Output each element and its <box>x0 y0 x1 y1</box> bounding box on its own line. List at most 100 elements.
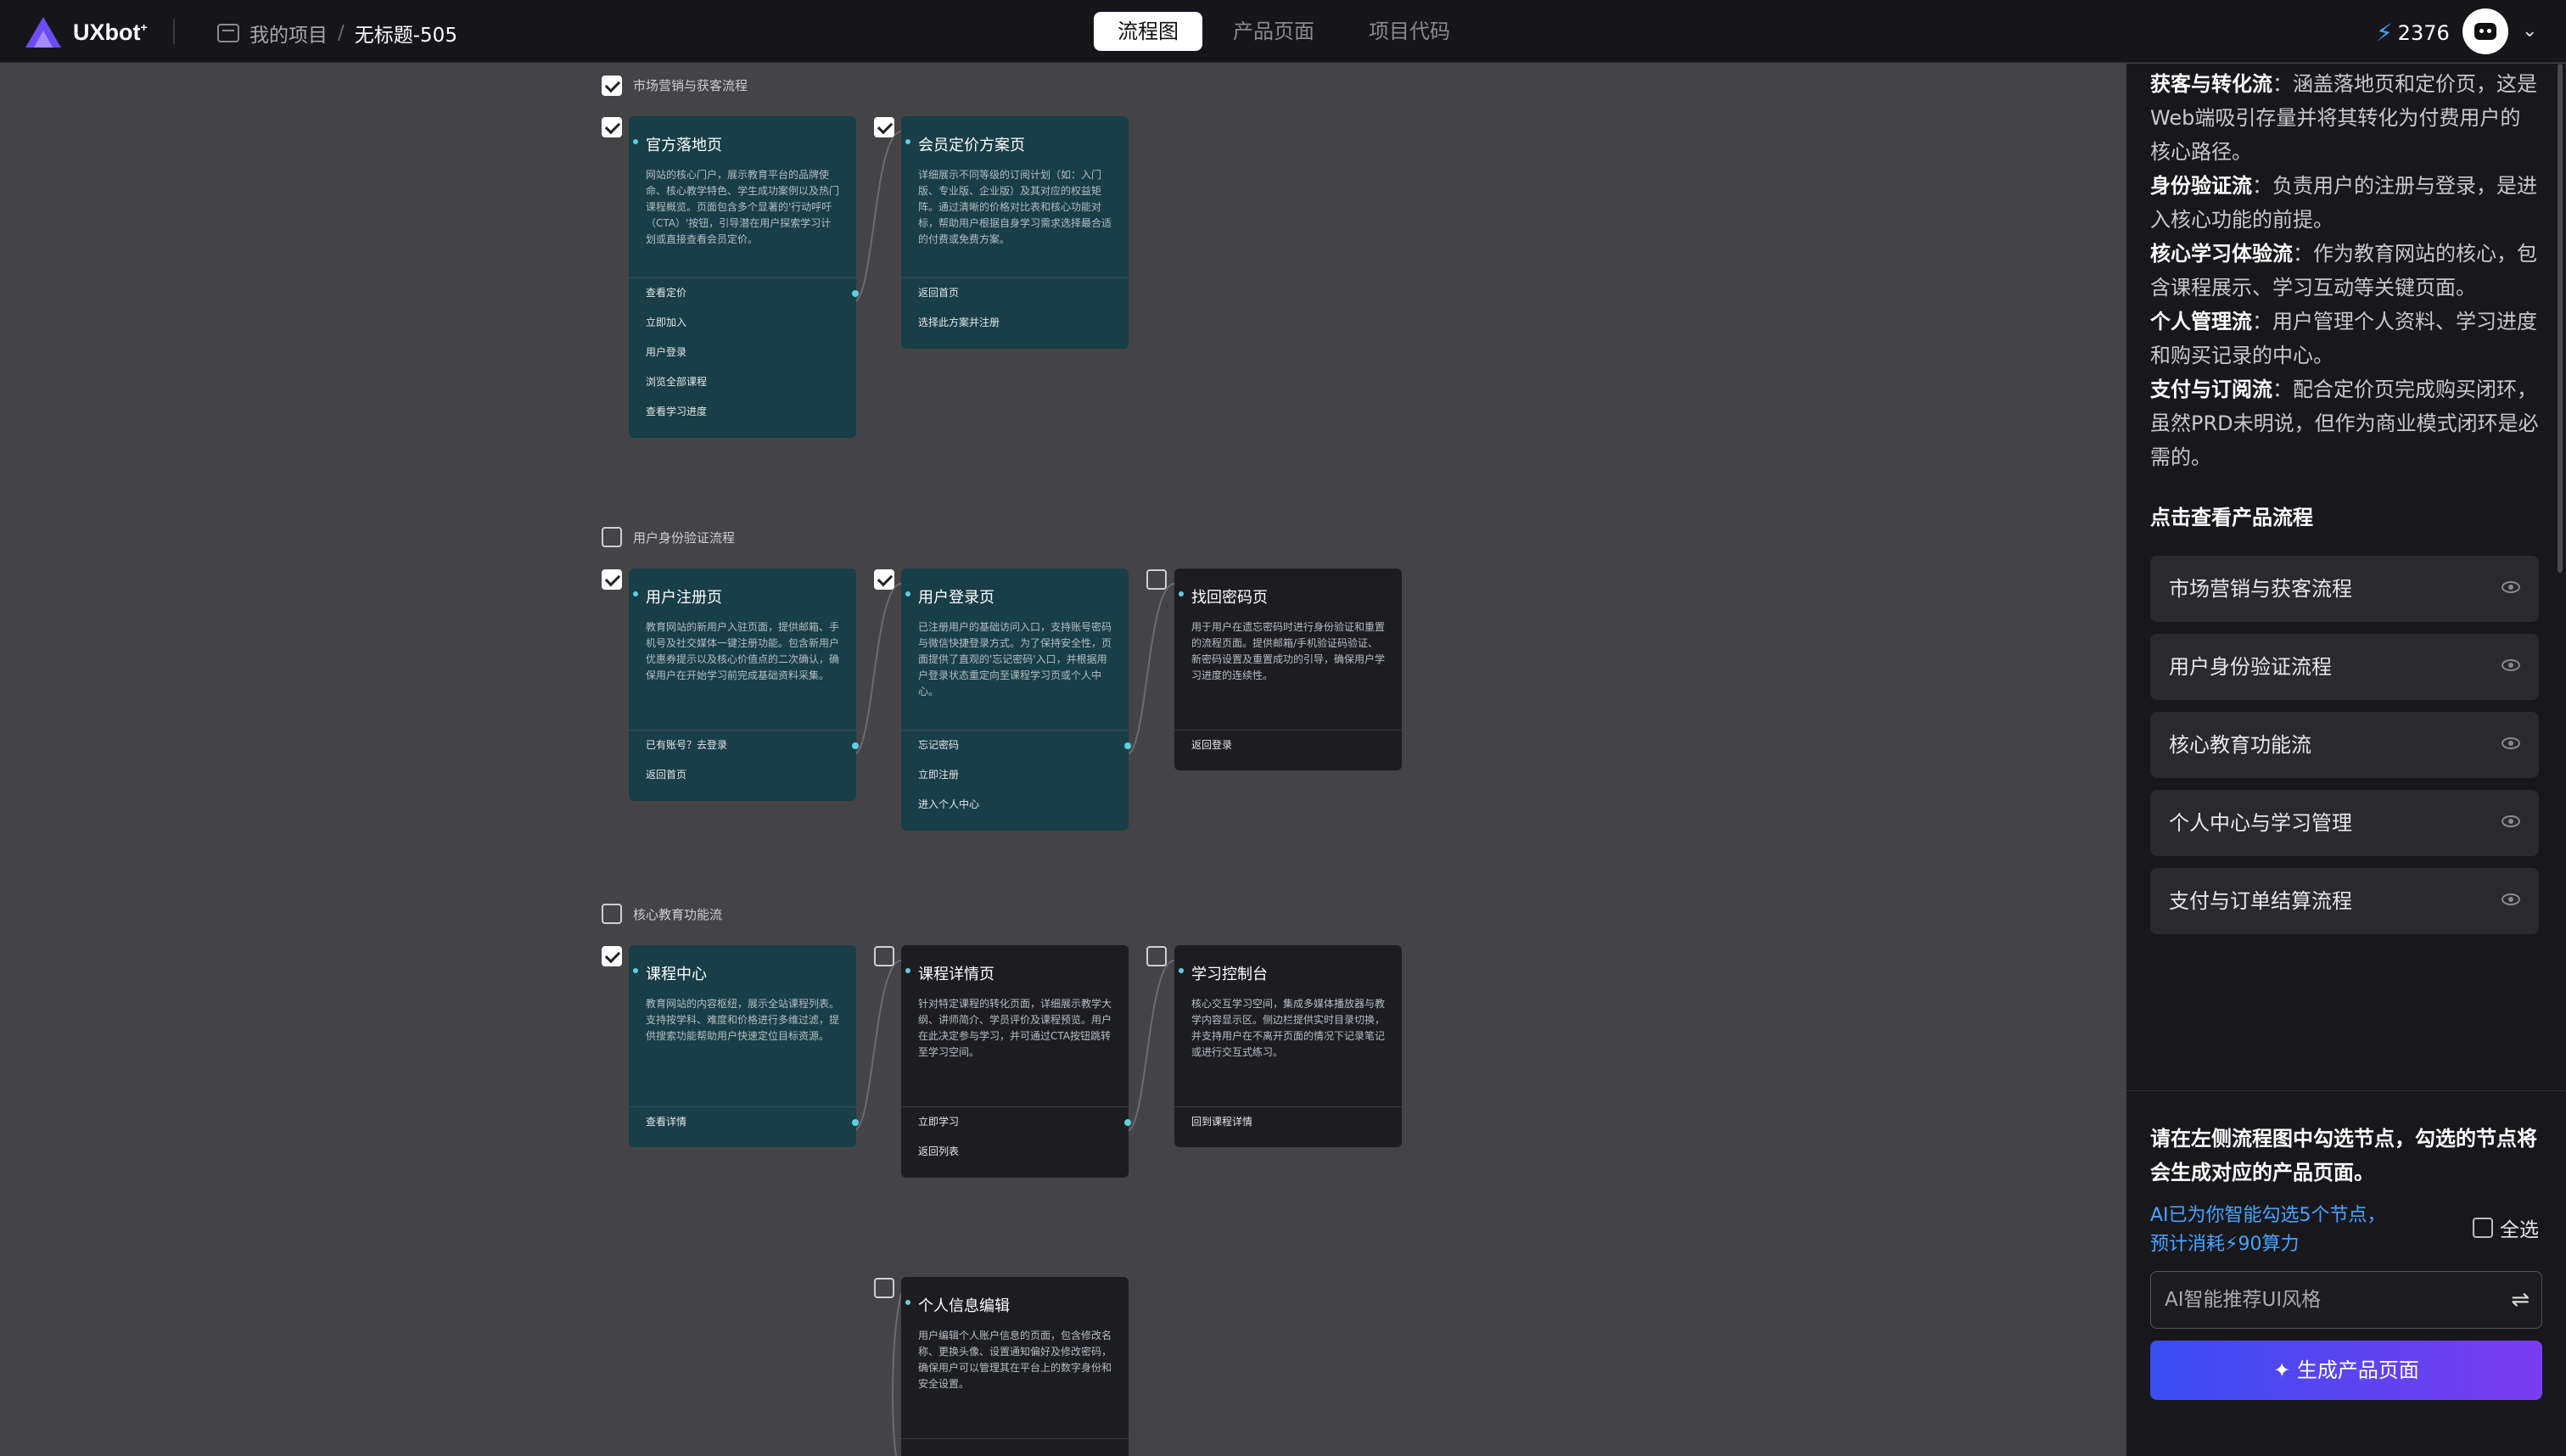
node-action[interactable]: 返回列表 <box>901 1137 1129 1167</box>
node-action[interactable]: 回到课程详情 <box>1174 1107 1402 1137</box>
flow-checkbox-marketing[interactable] <box>602 76 622 96</box>
select-all-checkbox[interactable] <box>2473 1218 2493 1238</box>
node-action[interactable]: 返回登录 <box>1174 731 1402 760</box>
tab-project-code[interactable]: 项目代码 <box>1345 12 1474 51</box>
connector-dot[interactable] <box>852 290 859 297</box>
logo[interactable]: UXbot+ <box>22 15 148 49</box>
flow-checkbox-core[interactable] <box>602 904 622 924</box>
flow-node-card[interactable]: 课程详情页 针对特定课程的转化页面，详细展示教学大纲、讲师简介、学员评价及课程预… <box>901 945 1131 1178</box>
flow-node-card[interactable]: 个人信息编辑 用户编辑个人账户信息的页面，包含修改名称、更换头像、设置通知偏好及… <box>901 1277 1129 1456</box>
product-flow-item[interactable]: 市场营销与获客流程 <box>2150 556 2539 622</box>
node-description: 网站的核心门户，展示教育平台的品牌使命、核心教学特色、学生成功案例以及热门课程概… <box>646 169 840 245</box>
eye-icon[interactable] <box>2502 659 2520 671</box>
node-description: 用户编辑个人账户信息的页面，包含修改名称、更换头像、设置通知偏好及修改密码，确保… <box>918 1330 1112 1390</box>
node-action[interactable]: 查看详情 <box>629 1107 859 1137</box>
node-action[interactable]: 浏览全部课程 <box>629 367 856 397</box>
select-all[interactable]: 全选 <box>2473 1213 2539 1242</box>
connector-dot[interactable] <box>1124 742 1131 749</box>
product-flows-title: 点击查看产品流程 <box>2150 506 2313 529</box>
node-description: 针对特定课程的转化页面，详细展示教学大纲、讲师简介、学员评价及课程预览。用户在此… <box>918 998 1112 1058</box>
project-title[interactable]: 无标题-505 <box>355 19 457 48</box>
flow-node-card[interactable]: 用户登录页 已注册用户的基础访问入口，支持账号密码与微信快捷登录方式。为了保持安… <box>901 568 1131 831</box>
product-flow-item[interactable]: 用户身份验证流程 <box>2150 634 2539 700</box>
node-action[interactable]: 忘记密码 <box>901 731 1131 760</box>
node-title: 学习控制台 <box>1174 945 1402 984</box>
breadcrumb-separator: / <box>338 22 345 44</box>
node-action[interactable]: 立即加入 <box>629 308 856 338</box>
generate-panel: 请在左侧流程图中勾选节点，勾选的节点将会生成对应的产品页面。 AI已为你智能勾选… <box>2126 1090 2566 1456</box>
node-title: 官方落地页 <box>629 116 856 155</box>
avatar[interactable] <box>2462 8 2508 54</box>
node-description: 教育网站的新用户入驻页面，提供邮箱、手机号及社交媒体一键注册功能。包含新用户优惠… <box>646 621 840 681</box>
credits-display[interactable]: ⚡ 2376 <box>2376 19 2450 47</box>
node-action[interactable]: 返回首页 <box>629 760 856 790</box>
node-actions: 返回登录 <box>1174 730 1402 760</box>
product-flow-item[interactable]: 支付与订单结算流程 <box>2150 868 2539 934</box>
node-action[interactable]: 选择此方案并注册 <box>901 308 1129 338</box>
tab-product-pages[interactable]: 产品页面 <box>1209 12 1338 51</box>
product-flow-item[interactable]: 核心教育功能流 <box>2150 712 2539 778</box>
summary-item: 支付与订阅流：配合定价页完成购买闭环，虽然PRD未明说，但作为商业模式闭环是必需… <box>2150 378 2539 469</box>
node-actions: 回到课程详情 <box>1174 1106 1402 1137</box>
node-actions: 立即学习 返回列表 <box>901 1106 1131 1167</box>
flow-node-card[interactable]: 用户注册页 教育网站的新用户入驻页面，提供邮箱、手机号及社交媒体一键注册功能。包… <box>629 568 859 801</box>
top-bar: UXbot+ 我的项目 / 无标题-505 流程图 产品页面 项目代码 ⚡ 23… <box>0 0 2566 63</box>
connector-dot[interactable] <box>1124 1119 1131 1126</box>
node-checkbox[interactable] <box>874 569 894 590</box>
eye-icon[interactable] <box>2502 737 2520 749</box>
node-checkbox[interactable] <box>874 117 894 137</box>
folder-icon <box>217 24 239 42</box>
node-action[interactable]: 返回首页 <box>901 278 1129 308</box>
flow-node-card[interactable]: 学习控制台 核心交互学习空间，集成多媒体播放器与教学内容显示区。侧边栏提供实时目… <box>1174 945 1402 1147</box>
flow-checkbox-auth[interactable] <box>602 527 622 547</box>
flow-node-card[interactable]: 会员定价方案页 详细展示不同等级的订阅计划（如：入门版、专业版、企业版）及其对应… <box>901 116 1129 349</box>
node-action[interactable]: 已有账号？去登录 <box>629 731 859 760</box>
node-action[interactable]: 进入个人中心 <box>901 790 1129 820</box>
generate-pages-button[interactable]: ✦ 生成产品页面 <box>2150 1341 2542 1400</box>
flow-node-card[interactable]: 课程中心 教育网站的内容枢纽，展示全站课程列表。支持按学科、难度和价格进行多维过… <box>629 945 859 1147</box>
node-checkbox[interactable] <box>602 569 622 590</box>
bolt-icon: ⚡ <box>2376 19 2393 47</box>
swap-icon[interactable]: ⇌ <box>2511 1272 2530 1328</box>
node-actions: 查看详情 <box>629 1106 859 1137</box>
tab-flowchart[interactable]: 流程图 <box>1094 12 1202 51</box>
node-checkbox[interactable] <box>602 946 622 966</box>
node-action[interactable]: 立即注册 <box>901 760 1129 790</box>
node-action[interactable]: 查看学习进度 <box>629 397 856 427</box>
product-flow-item[interactable]: 个人中心与学习管理 <box>2150 790 2539 856</box>
node-actions: 返回首页 选择此方案并注册 <box>901 277 1129 338</box>
node-actions <box>901 1438 1129 1439</box>
ui-style-input[interactable]: AI智能推荐UI风格 ⇌ <box>2150 1271 2542 1329</box>
node-action[interactable]: 立即学习 <box>901 1107 1131 1137</box>
chevron-down-icon[interactable]: ⌄ <box>2522 20 2537 42</box>
node-action[interactable]: 查看定价 <box>629 278 859 308</box>
node-title: 用户登录页 <box>901 568 1129 608</box>
eye-icon[interactable] <box>2502 893 2520 905</box>
node-title: 会员定价方案页 <box>901 116 1129 155</box>
node-action[interactable]: 用户登录 <box>629 338 856 367</box>
node-checkbox[interactable] <box>1146 569 1167 590</box>
breadcrumb-project[interactable]: 我的项目 <box>249 19 328 48</box>
sparkle-icon: ✦ <box>2273 1358 2297 1382</box>
connector-dot[interactable] <box>852 742 859 749</box>
eye-icon[interactable] <box>2502 581 2520 593</box>
eye-icon[interactable] <box>2502 815 2520 827</box>
node-title: 课程中心 <box>629 945 856 984</box>
node-description: 详细展示不同等级的订阅计划（如：入门版、专业版、企业版）及其对应的权益矩阵。通过… <box>918 169 1112 245</box>
flow-canvas[interactable]: 市场营销与获客流程 官方落地页 网站的核心门户，展示教育平台的品牌使命、核心教学… <box>0 64 2126 1456</box>
connector-dot[interactable] <box>852 1119 859 1126</box>
node-description: 核心交互学习空间，集成多媒体播放器与教学内容显示区。侧边栏提供实时目录切换，并支… <box>1191 998 1386 1058</box>
node-checkbox[interactable] <box>874 1278 894 1298</box>
node-checkbox[interactable] <box>1146 946 1167 966</box>
summary-item: 获客与转化流：涵盖落地页和定价页，这是Web端吸引存量并将其转化为付费用户的核心… <box>2150 72 2537 164</box>
summary-item: 个人管理流：用户管理个人资料、学习进度和购买记录的中心。 <box>2150 310 2537 367</box>
flow-node-card[interactable]: 官方落地页 网站的核心门户，展示教育平台的品牌使命、核心教学特色、学生成功案例以… <box>629 116 859 438</box>
flow-node-card[interactable]: 找回密码页 用于用户在遗忘密码时进行身份验证和重置的流程页面。提供邮箱/手机验证… <box>1174 568 1402 770</box>
summary-item: 核心学习体验流：作为教育网站的核心，包含课程展示、学习互动等关键页面。 <box>2150 242 2537 300</box>
node-actions: 查看定价 立即加入 用户登录 浏览全部课程 查看学习进度 <box>629 277 859 427</box>
flow-label-marketing: 市场营销与获客流程 <box>633 78 748 93</box>
node-checkbox[interactable] <box>602 117 622 137</box>
panel-scrollbar[interactable] <box>2558 64 2563 573</box>
ai-selection-note: AI已为你智能勾选5个节点， 预计消耗⚡90算力 <box>2150 1205 2386 1255</box>
node-checkbox[interactable] <box>874 946 894 966</box>
